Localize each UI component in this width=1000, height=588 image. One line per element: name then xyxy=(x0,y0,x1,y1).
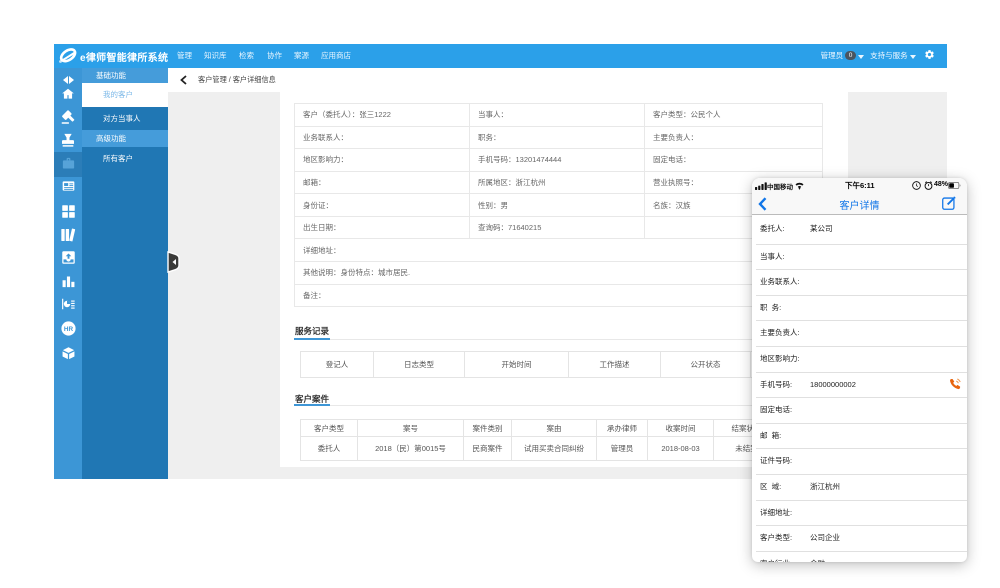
svg-text:HR: HR xyxy=(63,326,73,333)
